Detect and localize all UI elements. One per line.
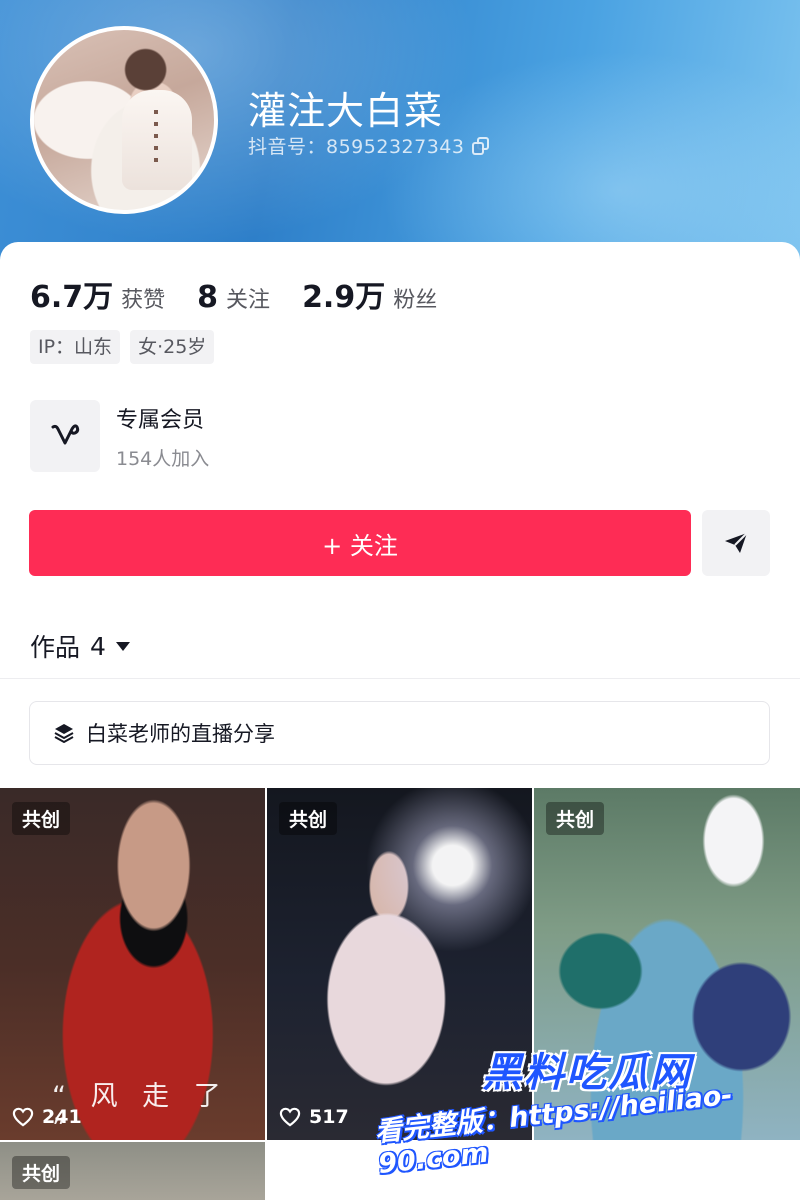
tab-works-label: 作品 [30, 633, 81, 662]
membership-title: 专属会员 [116, 407, 205, 433]
layers-icon [54, 724, 74, 743]
stat-followers-label: 粉丝 [393, 288, 438, 313]
username: 灌注大白菜 [248, 89, 444, 133]
tag-gender-age: 女·25岁 [130, 330, 215, 364]
profile-header: 灌注大白菜 抖音号：85952327343 [0, 0, 800, 262]
send-icon [725, 532, 748, 553]
membership-v-icon [30, 400, 100, 472]
co-create-badge: 共创 [279, 802, 338, 835]
divider [0, 678, 800, 679]
video-likes: 517 [279, 1106, 349, 1128]
account-id-text: 抖音号：85952327343 [248, 136, 465, 158]
account-id[interactable]: 抖音号：85952327343 [248, 132, 490, 159]
collection-label: 白菜老师的直播分享 [86, 722, 275, 746]
stats-row: 6.7万 获赞 8 关注 2.9万 粉丝 [30, 272, 469, 316]
profile-tags: IP：山东 女·25岁 [30, 330, 224, 364]
video-likes-count: 517 [309, 1106, 349, 1128]
tag-ip-location: IP：山东 [30, 330, 121, 364]
collection-entry[interactable]: 白菜老师的直播分享 [29, 701, 770, 765]
heart-icon [279, 1107, 301, 1127]
stat-likes-label: 获赞 [121, 288, 166, 313]
caret-down-icon [115, 641, 130, 651]
video-caption: “ 风 走 了 ” [52, 1081, 229, 1140]
membership-subtitle: 154人加入 [116, 447, 210, 470]
membership-entry[interactable]: 专属会员 154人加入 [30, 400, 209, 472]
stat-followers[interactable]: 2.9万 粉丝 [302, 272, 437, 316]
video-likes: 241 [12, 1106, 82, 1128]
stat-following[interactable]: 8 关注 [197, 280, 270, 315]
co-create-badge: 共创 [546, 802, 605, 835]
tab-works[interactable]: 作品 4 [30, 628, 130, 664]
copy-icon[interactable] [472, 136, 490, 155]
video-thumbnail[interactable]: 共创 [0, 1142, 265, 1200]
avatar-detail [154, 110, 158, 170]
co-create-badge: 共创 [12, 1156, 71, 1189]
stat-likes[interactable]: 6.7万 获赞 [30, 272, 165, 316]
avatar[interactable] [30, 26, 218, 214]
follow-button[interactable]: + 关注 [29, 510, 691, 576]
stat-following-label: 关注 [226, 288, 271, 313]
tab-works-count: 4 [90, 631, 106, 661]
stat-following-value: 8 [197, 280, 219, 315]
heart-icon [12, 1107, 34, 1127]
video-likes-count: 241 [42, 1106, 82, 1128]
share-button[interactable] [702, 510, 770, 576]
stat-followers-value: 2.9万 [302, 280, 386, 315]
co-create-badge: 共创 [12, 802, 71, 835]
video-thumbnail[interactable]: 共创 “ 风 走 了 ” 241 [0, 788, 265, 1140]
stat-likes-value: 6.7万 [30, 280, 114, 315]
